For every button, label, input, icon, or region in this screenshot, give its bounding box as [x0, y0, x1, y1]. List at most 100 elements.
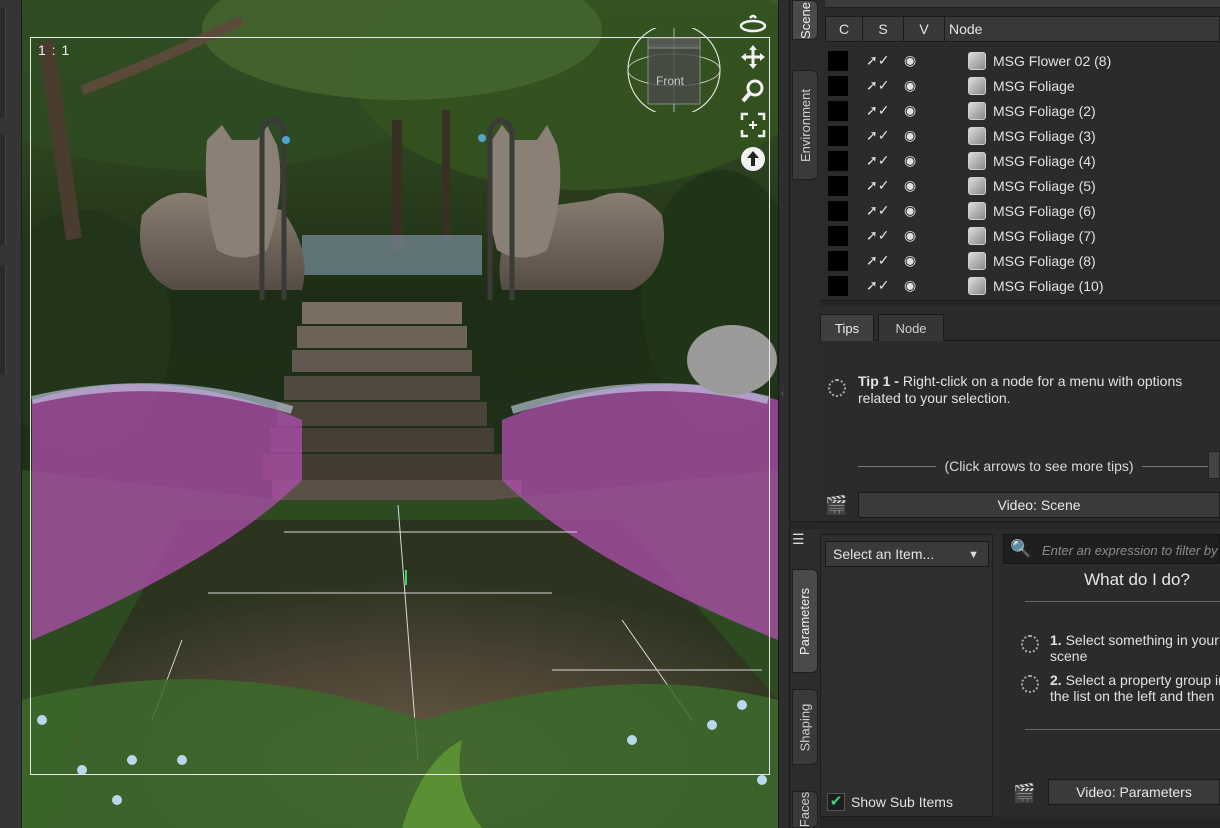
column-header-s[interactable]: S: [863, 17, 904, 41]
left-tab-stub[interactable]: [0, 135, 6, 245]
select-arrow-icon[interactable]: ➚✓: [866, 202, 890, 219]
tip-title: Tip 1 -: [858, 373, 899, 389]
scene-column-header: C S V Node: [825, 16, 1220, 42]
divider: [1025, 601, 1220, 602]
color-swatch[interactable]: [828, 100, 848, 121]
node-cube-icon: [968, 201, 986, 220]
select-arrow-icon[interactable]: ➚✓: [866, 152, 890, 169]
scene-row[interactable]: ➚✓ ◉ MSG Foliage (4): [825, 148, 1220, 173]
left-tab-stub[interactable]: [0, 8, 6, 118]
eye-icon[interactable]: ◉: [904, 252, 932, 269]
select-arrow-icon[interactable]: ➚✓: [866, 77, 890, 94]
eye-icon[interactable]: ◉: [904, 77, 932, 94]
color-swatch[interactable]: [828, 50, 848, 71]
camera-frame: [30, 37, 770, 775]
frame-icon[interactable]: [738, 110, 768, 140]
eye-icon[interactable]: ◉: [904, 202, 932, 219]
bottom-side-tab-strip: ☰ Parameters Shaping Faces: [790, 529, 820, 828]
tab-environment[interactable]: Environment: [792, 70, 818, 180]
scene-row[interactable]: ➚✓ ◉ MSG Foliage (7): [825, 223, 1220, 248]
collapse-arrow-icon[interactable]: ‹: [781, 388, 784, 399]
eye-icon[interactable]: ◉: [904, 127, 932, 144]
tab-parameters[interactable]: Parameters: [792, 569, 818, 673]
node-label[interactable]: MSG Foliage (8): [993, 253, 1096, 269]
help-step-2: 2. Select a property group in the list o…: [1021, 672, 1220, 704]
eye-icon[interactable]: ◉: [904, 177, 932, 194]
video-scene-button[interactable]: Video: Scene: [858, 492, 1220, 518]
pane-splitter[interactable]: [820, 300, 1220, 306]
scene-node-list[interactable]: ➚✓ ◉ MSG Flower 02 (8) ➚✓ ◉ MSG Foliage …: [825, 43, 1220, 298]
next-tip-button[interactable]: [1208, 451, 1220, 479]
checkbox-checked-icon[interactable]: ✔: [827, 793, 845, 811]
eye-icon[interactable]: ◉: [904, 277, 932, 294]
divider: [1025, 729, 1220, 730]
orbit-icon[interactable]: [738, 8, 768, 38]
color-swatch[interactable]: [828, 150, 848, 171]
video-parameters-button[interactable]: Video: Parameters: [1048, 779, 1220, 805]
node-label[interactable]: MSG Foliage (10): [993, 278, 1103, 294]
up-arrow-icon[interactable]: [738, 144, 768, 174]
node-label[interactable]: MSG Foliage (3): [993, 128, 1096, 144]
scene-row[interactable]: ➚✓ ◉ MSG Foliage (5): [825, 173, 1220, 198]
column-header-node[interactable]: Node: [945, 17, 1219, 41]
color-swatch[interactable]: [828, 250, 848, 271]
scene-row[interactable]: ➚✓ ◉ MSG Foliage (6): [825, 198, 1220, 223]
eye-icon[interactable]: ◉: [904, 52, 932, 69]
node-cube-icon: [968, 251, 986, 270]
eye-icon[interactable]: ◉: [904, 227, 932, 244]
select-arrow-icon[interactable]: ➚✓: [866, 252, 890, 269]
property-group-list[interactable]: Select an Item... ▼ ✔ Show Sub Items: [820, 534, 993, 817]
select-arrow-icon[interactable]: ➚✓: [866, 102, 890, 119]
select-arrow-icon[interactable]: ➚✓: [866, 227, 890, 244]
horizontal-scrollbar[interactable]: [820, 817, 1220, 828]
zoom-icon[interactable]: [738, 76, 768, 106]
color-swatch[interactable]: [828, 225, 848, 246]
view-cube-icon[interactable]: [626, 28, 722, 112]
color-swatch[interactable]: [828, 125, 848, 146]
node-label[interactable]: MSG Foliage (5): [993, 178, 1096, 194]
color-swatch[interactable]: [828, 75, 848, 96]
select-arrow-icon[interactable]: ➚✓: [866, 52, 890, 69]
node-cube-icon: [968, 226, 986, 245]
scene-row[interactable]: ➚✓ ◉ MSG Foliage: [825, 73, 1220, 98]
node-label[interactable]: MSG Foliage (4): [993, 153, 1096, 169]
pane-splitter[interactable]: [790, 521, 1220, 529]
select-item-dropdown[interactable]: Select an Item... ▼: [825, 541, 989, 567]
panel-menu-icon[interactable]: ☰: [792, 531, 816, 553]
node-label[interactable]: MSG Foliage (6): [993, 203, 1096, 219]
chevron-down-icon: ▼: [968, 549, 979, 561]
column-header-c[interactable]: C: [826, 17, 863, 41]
help-step-1: 1. Select something in your scene: [1021, 632, 1220, 664]
color-swatch[interactable]: [828, 200, 848, 221]
node-label[interactable]: MSG Foliage (2): [993, 103, 1096, 119]
color-swatch[interactable]: [828, 175, 848, 196]
tab-tips[interactable]: Tips: [820, 314, 875, 341]
select-arrow-icon[interactable]: ➚✓: [866, 277, 890, 294]
scene-row[interactable]: ➚✓ ◉ MSG Foliage (3): [825, 123, 1220, 148]
select-arrow-icon[interactable]: ➚✓: [866, 177, 890, 194]
pan-icon[interactable]: [738, 42, 768, 72]
left-tab-stub[interactable]: [0, 265, 6, 375]
eye-icon[interactable]: ◉: [904, 102, 932, 119]
tip-text: Tip 1 - Right-click on a node for a menu…: [858, 373, 1220, 407]
show-sub-items-toggle[interactable]: ✔ Show Sub Items: [827, 793, 953, 811]
step-number: 1.: [1050, 632, 1062, 648]
select-arrow-icon[interactable]: ➚✓: [866, 127, 890, 144]
tab-scene[interactable]: Scene: [792, 0, 818, 40]
scene-row[interactable]: ➚✓ ◉ MSG Flower 02 (8): [825, 48, 1220, 73]
tab-shaping[interactable]: Shaping: [792, 689, 818, 765]
node-label[interactable]: MSG Flower 02 (8): [993, 53, 1111, 69]
tab-node[interactable]: Node: [878, 314, 944, 341]
node-label[interactable]: MSG Foliage: [993, 78, 1075, 94]
scene-row[interactable]: ➚✓ ◉ MSG Foliage (2): [825, 98, 1220, 123]
node-label[interactable]: MSG Foliage (7): [993, 228, 1096, 244]
eye-icon[interactable]: ◉: [904, 152, 932, 169]
filter-input[interactable]: [1042, 539, 1220, 561]
tab-faces[interactable]: Faces: [792, 791, 818, 828]
3d-viewport[interactable]: 1 : 1 Front: [22, 0, 778, 828]
scene-row[interactable]: ➚✓ ◉ MSG Foliage (8): [825, 248, 1220, 273]
scene-row[interactable]: ➚✓ ◉ MSG Foliage (10): [825, 273, 1220, 298]
panel-divider[interactable]: ‹: [778, 0, 790, 828]
color-swatch[interactable]: [828, 275, 848, 296]
column-header-v[interactable]: V: [904, 17, 945, 41]
